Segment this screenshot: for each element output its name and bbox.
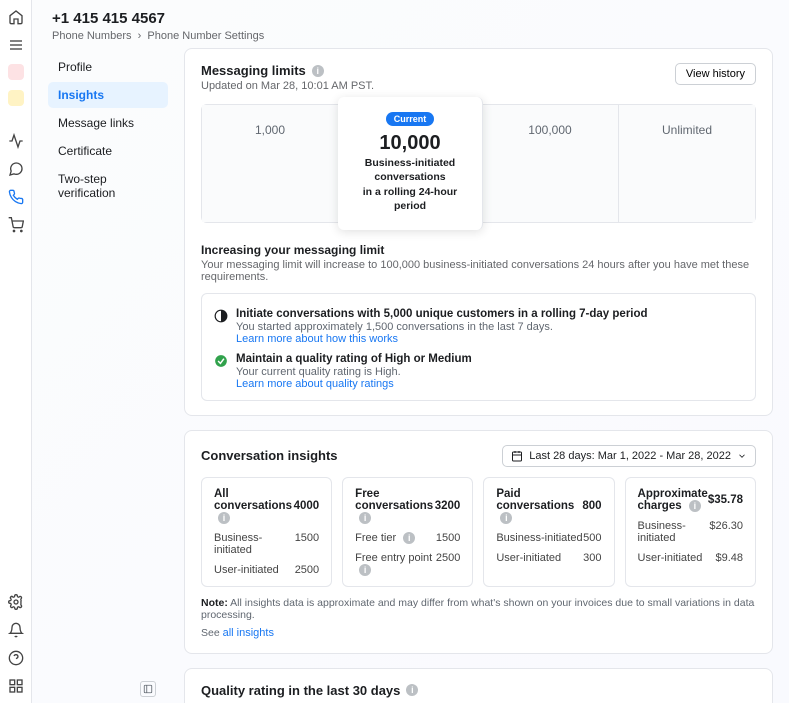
stat-card: Approximate charges i$35.78 Business-init… <box>625 477 756 587</box>
gear-icon[interactable] <box>7 593 25 611</box>
stat-row: User-initiated300 <box>496 552 601 564</box>
stat-card: All conversations i4000 Business-initiate… <box>201 477 332 587</box>
stat-card: Paid conversations i800 Business-initiate… <box>483 477 614 587</box>
app-tile-pink[interactable] <box>8 64 24 80</box>
breadcrumb-current: Phone Number Settings <box>147 30 264 42</box>
limit-tier-unlimited: Unlimited <box>619 105 755 222</box>
stat-value: 4000 <box>294 500 320 512</box>
stat-row: Business-initiated500 <box>496 532 601 544</box>
requirement-row: Initiate conversations with 5,000 unique… <box>214 308 743 345</box>
bell-icon[interactable] <box>7 621 25 639</box>
stat-value: 800 <box>582 500 601 512</box>
stat-row: Business-initiated$26.30 <box>638 520 743 544</box>
calendar-icon <box>511 450 523 462</box>
info-icon[interactable]: i <box>500 512 512 524</box>
stat-row: User-initiated2500 <box>214 564 319 576</box>
stat-title: Free conversations i <box>355 488 435 524</box>
help-icon[interactable] <box>7 649 25 667</box>
messaging-limits-title: Messaging limits <box>201 63 306 78</box>
learn-more-link[interactable]: Learn more about how this works <box>236 333 648 345</box>
info-icon[interactable]: i <box>312 65 324 77</box>
chat-icon[interactable] <box>7 160 25 178</box>
messaging-limits-updated: Updated on Mar 28, 10:01 AM PST. <box>201 80 756 92</box>
info-icon[interactable]: i <box>689 500 701 512</box>
increase-sub: Your messaging limit will increase to 10… <box>201 259 756 283</box>
menu-icon[interactable] <box>7 36 25 54</box>
requirement-row: Maintain a quality rating of High or Med… <box>214 353 743 390</box>
sidebar-item-profile[interactable]: Profile <box>48 54 168 80</box>
page-title: +1 415 415 4567 <box>52 10 769 27</box>
conversation-insights-title: Conversation insights <box>201 448 338 463</box>
nav-rail <box>0 0 32 703</box>
progress-half-icon <box>214 309 228 323</box>
insights-note: Note: All insights data is approximate a… <box>201 597 756 621</box>
stat-row: User-initiated$9.48 <box>638 552 743 564</box>
stat-card: Free conversations i3200 Free tier i1500 F… <box>342 477 473 587</box>
sidebar-item-two-step[interactable]: Two-step verification <box>48 166 168 206</box>
quality-rating-card: Quality rating in the last 30 days i Hig… <box>184 668 773 703</box>
stat-title: Approximate charges i <box>638 488 708 512</box>
home-icon[interactable] <box>7 8 25 26</box>
all-insights-link[interactable]: all insights <box>223 627 274 639</box>
quality-chart-title: Quality rating in the last 30 days <box>201 683 400 698</box>
check-circle-icon <box>214 354 228 368</box>
stat-row: Free entry point i2500 <box>355 552 460 576</box>
date-range-picker[interactable]: Last 28 days: Mar 1, 2022 - Mar 28, 2022 <box>502 445 756 467</box>
info-icon[interactable]: i <box>359 512 371 524</box>
limits-tiers: 1,000 Current 10,000 Business-initiated … <box>201 104 756 223</box>
breadcrumb-parent[interactable]: Phone Numbers <box>52 30 132 42</box>
messaging-limits-card: View history Messaging limits i Updated … <box>184 48 773 416</box>
activity-icon[interactable] <box>7 132 25 150</box>
current-badge: Current <box>386 112 435 126</box>
chevron-down-icon <box>737 451 747 461</box>
limit-tier-100000: 100,000 <box>482 105 619 222</box>
sidebar-item-message-links[interactable]: Message links <box>48 110 168 136</box>
limit-tier-10000-current: Current 10,000 Business-initiated conver… <box>338 97 483 230</box>
stat-title: All conversations i <box>214 488 294 524</box>
cart-icon[interactable] <box>7 216 25 234</box>
collapse-sidebar-icon[interactable] <box>140 681 156 697</box>
info-icon[interactable]: i <box>218 512 230 524</box>
limit-tier-1000: 1,000 <box>202 105 339 222</box>
stat-value: $35.78 <box>708 494 743 506</box>
conversation-insights-card: Conversation insights Last 28 days: Mar … <box>184 430 773 654</box>
stat-row: Business-initiated1500 <box>214 532 319 556</box>
sidebar-item-certificate[interactable]: Certificate <box>48 138 168 164</box>
app-tile-yellow[interactable] <box>8 90 24 106</box>
info-icon[interactable]: i <box>359 564 371 576</box>
page-header: +1 415 415 4567 Phone Numbers › Phone Nu… <box>32 0 789 48</box>
settings-sidebar: Profile Insights Message links Certifica… <box>48 48 168 703</box>
phone-icon[interactable] <box>7 188 25 206</box>
stat-title: Paid conversations i <box>496 488 582 524</box>
stat-row: Free tier i1500 <box>355 532 460 544</box>
stat-value: 3200 <box>435 500 461 512</box>
increase-title: Increasing your messaging limit <box>201 243 756 257</box>
requirements-box: Initiate conversations with 5,000 unique… <box>201 293 756 401</box>
learn-more-link[interactable]: Learn more about quality ratings <box>236 378 472 390</box>
view-history-button[interactable]: View history <box>675 63 756 85</box>
info-icon[interactable]: i <box>403 532 415 544</box>
sidebar-item-insights[interactable]: Insights <box>48 82 168 108</box>
info-icon[interactable]: i <box>406 684 418 696</box>
breadcrumb: Phone Numbers › Phone Number Settings <box>52 30 769 42</box>
apps-icon[interactable] <box>7 677 25 695</box>
